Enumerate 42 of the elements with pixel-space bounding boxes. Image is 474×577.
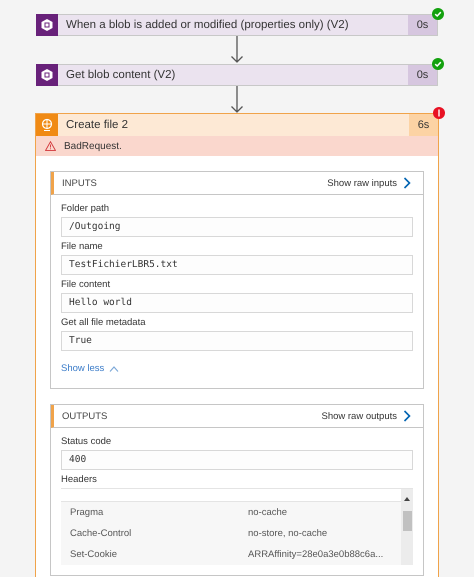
value-field: Hello world	[61, 293, 413, 313]
section-heading: INPUTS	[62, 178, 98, 188]
chevron-up-icon[interactable]	[109, 366, 120, 372]
scroll-up-icon[interactable]	[404, 497, 410, 501]
storage-icon	[36, 64, 58, 86]
duration: 0s	[408, 65, 437, 85]
error-message: BadRequest.	[64, 140, 122, 152]
chevron-right-icon[interactable]	[403, 177, 411, 189]
field-label: File name	[61, 241, 104, 252]
chevron-right-icon[interactable]	[403, 410, 411, 422]
down-arrow-icon	[230, 86, 244, 114]
action-title: When a blob is added or modified (properties only) (V2)	[65, 19, 350, 31]
table-cell-text: Set-Cookie	[69, 549, 118, 560]
field-label: Status code	[61, 436, 112, 447]
table-cell-text: Cache-Control	[69, 528, 132, 539]
value-field: /Outgoing	[61, 217, 413, 237]
value-field: TestFichierLBR5.txt	[61, 255, 413, 275]
value-field: True	[61, 331, 413, 351]
warning-icon	[45, 141, 56, 151]
action-title: Get blob content (V2)	[65, 69, 176, 81]
down-arrow-icon	[230, 36, 244, 64]
table-cell: ARRAffinity=28e0a3e0b88c6a...	[248, 549, 384, 560]
scrollbar[interactable]	[401, 489, 413, 565]
field-label: Headers	[61, 474, 98, 485]
table-cell-text: Pragma	[69, 507, 104, 518]
field-label: File content	[61, 279, 112, 290]
duration: 0s	[408, 15, 437, 35]
action-title: Create file 2	[65, 119, 130, 131]
value-field: 400	[61, 450, 413, 470]
show-less-link[interactable]: Show less	[61, 363, 104, 374]
duration: 6s	[409, 114, 438, 136]
section-heading: OUTPUTS	[62, 410, 108, 422]
scrollbar-thumb[interactable]	[402, 511, 412, 531]
storage-icon	[36, 14, 58, 36]
table-cell: no-store, no-cache	[248, 528, 328, 539]
action-card[interactable]: Get blob content (V2) 0s	[36, 64, 438, 86]
table-cell: no-cache	[248, 507, 288, 518]
show-raw-outputs-link[interactable]: Show raw outputs	[321, 410, 397, 422]
field-label: Folder path	[61, 203, 110, 214]
show-raw-inputs-link[interactable]: Show raw inputs	[327, 178, 397, 188]
field-label: Get all file metadata	[61, 317, 146, 328]
action-card[interactable]: When a blob is added or modified (properties only) (V2) 0s	[36, 14, 438, 36]
